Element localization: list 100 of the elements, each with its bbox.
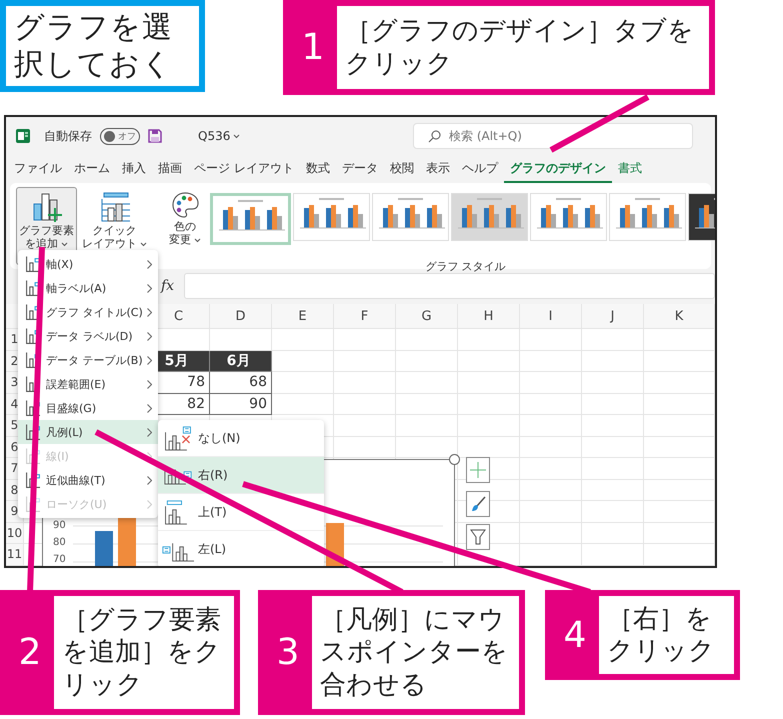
column-header[interactable]: I [548, 308, 552, 324]
caret-icon [61, 242, 68, 247]
chart-filters-button[interactable] [466, 524, 490, 550]
grid-cell [272, 372, 334, 394]
menu-item[interactable]: データ ラベル(D) [18, 324, 158, 348]
ribbon-tab[interactable]: ファイル [8, 156, 68, 182]
grid-cell [644, 350, 715, 372]
grid-cell [334, 350, 396, 372]
grid-cell [644, 480, 715, 501]
chart-style-thumbnail[interactable] [530, 193, 607, 241]
column-header[interactable]: J [610, 308, 614, 324]
grid-cell [458, 394, 520, 415]
grid-cell [520, 394, 582, 415]
ribbon-button[interactable]: 色の 変更 [166, 187, 204, 250]
grid-cell [334, 372, 396, 394]
grid-cell [582, 480, 644, 501]
row-number: 8 [10, 482, 18, 497]
chart-style-thumbnail[interactable] [293, 193, 370, 241]
grid-cell [396, 394, 458, 415]
ribbon-tab[interactable]: 描画 [152, 156, 188, 182]
chart-style-thumbnail[interactable] [609, 193, 686, 241]
callout-text: ［グラフのデザイン］タブをクリック [345, 15, 695, 80]
formula-input[interactable] [184, 273, 715, 299]
chevron-right-icon [147, 380, 152, 388]
file-name-button[interactable]: Q536 [192, 128, 246, 144]
submenu-item[interactable]: 左(L) [158, 531, 324, 566]
ribbon-tab[interactable]: データ [336, 156, 384, 182]
grid-cell [520, 350, 582, 372]
ribbon-tab[interactable]: ホーム [68, 156, 116, 182]
column-header[interactable]: E [298, 308, 307, 324]
chart-elements-button[interactable] [466, 457, 490, 483]
function-label[interactable]: fx [161, 278, 174, 294]
chart-bar [118, 518, 136, 566]
caret-icon [194, 238, 201, 243]
caret-icon [233, 134, 240, 140]
submenu-item[interactable]: 右(R) [158, 457, 324, 494]
ribbon-tab[interactable]: 数式 [300, 156, 336, 182]
menu-item: ローソク(U) [18, 492, 158, 516]
chart-style-thumbnail[interactable] [372, 193, 449, 241]
table-cell: 68 [210, 372, 272, 394]
ribbon-tab[interactable]: 表示 [420, 156, 456, 182]
column-header[interactable]: D [235, 308, 246, 324]
menu-item[interactable]: 近似曲線(T) [18, 468, 158, 492]
row-number: 2 [10, 354, 18, 368]
grid-cell [396, 350, 458, 372]
ribbon-tab[interactable]: 校閲 [384, 156, 420, 182]
column-header[interactable]: F [360, 308, 368, 324]
menu-item[interactable]: 軸ラベル(A) [18, 276, 158, 300]
table-cell: 90 [210, 394, 272, 415]
grid-cell [582, 458, 644, 480]
chart-bar [95, 531, 113, 566]
callout-text: ［右］をクリック [607, 602, 716, 668]
chevron-right-icon [147, 404, 152, 412]
grid-cell [520, 372, 582, 394]
row-number: 5 [10, 418, 18, 432]
chart-element-icon [26, 472, 40, 488]
chevron-right-icon [147, 428, 152, 436]
callout-text: グラフを選択しておく [14, 8, 174, 84]
row-number: 3 [10, 375, 18, 390]
menu-item[interactable]: グラフ タイトル(C) [18, 300, 158, 324]
grid-cell [396, 372, 458, 394]
column-header[interactable]: K [674, 308, 684, 324]
ribbon-tab[interactable]: 書式 [612, 156, 648, 182]
grid-cell [396, 415, 458, 436]
grid-cell [582, 415, 644, 436]
autosave-label: 自動保存 [44, 128, 92, 144]
resize-handle[interactable] [449, 454, 460, 465]
spreadsheet-icon[interactable] [16, 129, 30, 143]
plus-icon [470, 462, 486, 478]
submenu-item[interactable]: 上(T) [158, 494, 324, 531]
callout-text: ［凡例］にマウスポインターを合わせる [320, 604, 509, 702]
chart-element-icon [26, 256, 40, 272]
ribbon-tab[interactable]: ヘルプ [456, 156, 504, 182]
chart-style-thumbnail[interactable] [451, 193, 528, 241]
save-icon[interactable] [148, 129, 162, 143]
grid-cell [520, 480, 582, 501]
chart-element-icon [26, 304, 40, 320]
brush-icon [470, 496, 486, 512]
chart-element-icon [26, 496, 40, 512]
grid-cell [644, 501, 715, 522]
grid-cell [520, 436, 582, 458]
ribbon-tab[interactable]: 挿入 [116, 156, 152, 182]
grid-cell [458, 350, 520, 372]
group-label: グラフ スタイル [425, 259, 506, 274]
table-header-cell: 6月 [210, 350, 272, 372]
column-header[interactable]: H [484, 308, 494, 324]
column-header[interactable]: C [174, 308, 184, 324]
column-header[interactable]: G [421, 308, 432, 324]
chart-styles-button[interactable] [466, 491, 490, 517]
grid-cell [520, 501, 582, 522]
ribbon-tab[interactable]: ページ レイアウト [188, 156, 300, 182]
chart-style-thumbnail[interactable] [210, 193, 291, 245]
palette-icon [170, 190, 200, 220]
autosave-toggle[interactable]: オフ [100, 128, 140, 144]
search-box[interactable]: 検索 (Alt+Q) [413, 123, 693, 149]
search-field[interactable]: 検索 (Alt+Q) [447, 128, 651, 144]
menu-item: 線(I) [18, 444, 158, 468]
menu-item[interactable]: 凡例(L) [18, 420, 158, 444]
grid-cell [582, 350, 644, 372]
grid-cell [582, 436, 644, 458]
